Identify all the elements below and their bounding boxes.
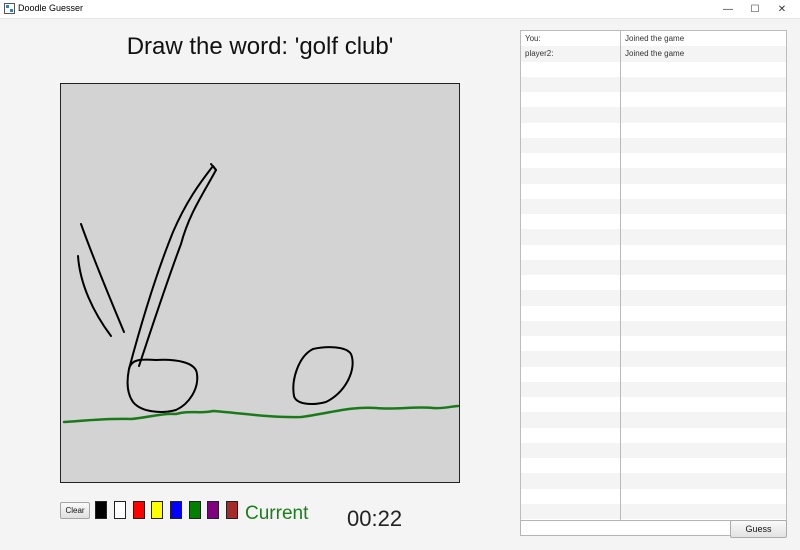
chat-empty-row (521, 168, 786, 184)
motion-line-1 (80, 223, 125, 333)
timer: 00:22 (347, 506, 403, 531)
chat-empty-row (521, 107, 786, 123)
color-swatch-green[interactable] (189, 501, 201, 519)
color-swatch-brown[interactable] (226, 501, 238, 519)
chat-empty-row (521, 458, 786, 473)
chat-empty-row (521, 442, 786, 458)
color-swatch-blue[interactable] (170, 501, 182, 519)
chat-message-row: player2: Joined the game (521, 46, 786, 62)
chat-message-text: Joined the game (625, 34, 685, 43)
chat-empty-row (521, 137, 786, 153)
doodle-drawing (62, 163, 459, 424)
chat-empty-row (521, 367, 786, 382)
chat-empty-row (521, 381, 786, 397)
chat-empty-row (521, 275, 786, 290)
clear-button[interactable]: Clear (60, 502, 90, 519)
chat-message-row: You: Joined the game (521, 31, 786, 46)
word-prompt: Draw the word: 'golf club' (126, 33, 394, 60)
chat-log[interactable]: You: Joined the game player2: Joined the ga… (520, 30, 787, 521)
app-icon (4, 3, 15, 14)
chat-empty-row (521, 229, 786, 245)
window-title: Doodle Guesser (18, 3, 84, 13)
drawing-canvas[interactable] (60, 83, 460, 483)
chat-empty-row (521, 214, 786, 229)
chat-empty-row (521, 198, 786, 214)
chat-empty-row (521, 503, 786, 519)
motion-line-2 (77, 255, 112, 337)
chat-player-name: You: (525, 34, 541, 43)
color-swatch-black[interactable] (95, 501, 107, 519)
close-button[interactable]: ✕ (764, 0, 800, 18)
chat-empty-row (521, 153, 786, 168)
chat-message-text: Joined the game (625, 49, 685, 59)
chat-empty-row (521, 397, 786, 412)
chat-column-divider (620, 31, 621, 520)
current-color-label: Current (245, 503, 309, 524)
chat-empty-row (521, 184, 786, 199)
chat-empty-row (521, 245, 786, 260)
club-shaft-stroke (128, 165, 217, 370)
chat-empty-row (521, 306, 786, 321)
chat-empty-row (521, 92, 786, 107)
chat-player-name: player2: (525, 49, 554, 59)
chat-empty-row (521, 62, 786, 77)
color-swatch-red[interactable] (133, 501, 145, 519)
title-bar: Doodle Guesser — ☐ ✕ (0, 0, 800, 19)
grass-stroke (62, 404, 459, 424)
chat-empty-row (521, 473, 786, 489)
chat-empty-row (521, 76, 786, 92)
color-swatch-yellow[interactable] (151, 501, 163, 519)
chat-empty-row (521, 320, 786, 336)
chat-empty-row (521, 489, 786, 504)
color-swatch-white[interactable] (114, 501, 126, 519)
club-head-stroke (126, 358, 199, 413)
guess-button[interactable]: Guess (730, 520, 787, 538)
guess-input[interactable] (520, 520, 734, 536)
chat-empty-row (521, 412, 786, 428)
ball-stroke (292, 346, 354, 405)
chat-empty-row (521, 428, 786, 443)
chat-empty-row (521, 259, 786, 275)
chat-empty-row (521, 351, 786, 367)
chat-empty-row (521, 123, 786, 138)
chat-empty-row (521, 336, 786, 351)
color-swatch-purple[interactable] (207, 501, 219, 519)
chat-empty-row (521, 290, 786, 306)
